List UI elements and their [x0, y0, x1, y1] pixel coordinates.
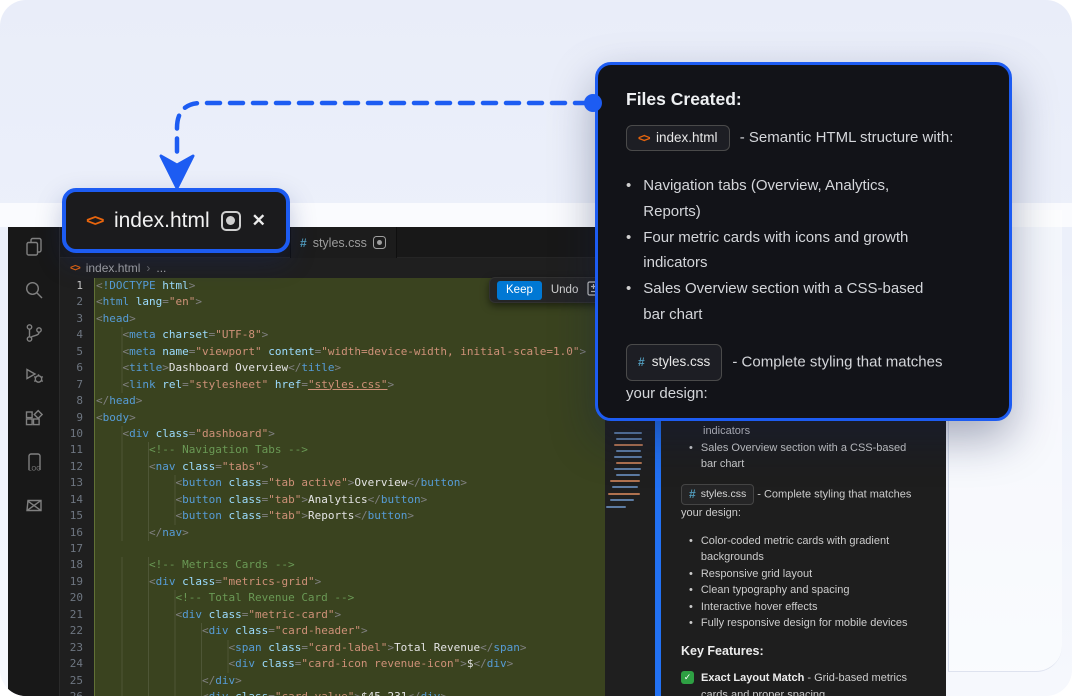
undo-button[interactable]: Undo [551, 284, 579, 296]
panel-bullet: Sales Overview section with a CSS-based … [626, 276, 981, 328]
code-line: 16 </nav> [60, 525, 600, 541]
code-line: 15 <button class="tab">Reports</button> [60, 508, 600, 524]
chat-bullet: •Clean typography and spacing [681, 582, 926, 599]
code-line: 4 <meta charset="UTF-8"> [60, 327, 600, 343]
chat-response: indicators •Sales Overview section with … [681, 423, 926, 696]
html-file-icon: <> [86, 211, 103, 231]
chat-bullet: •Responsive grid layout [681, 566, 926, 583]
chat-chip-row: #styles.css - Complete styling that matc… [681, 484, 920, 522]
code-line: 9<body> [60, 410, 600, 426]
modified-indicator-icon[interactable] [221, 211, 241, 231]
css-file-icon: # [638, 349, 645, 375]
panel-chip-row-styles: #styles.css - Complete styling that matc… [626, 344, 962, 407]
code-line: 7 <link rel="stylesheet" href="styles.cs… [60, 377, 600, 393]
code-line: 6 <title>Dashboard Overview</title> [60, 360, 600, 376]
callout-tab-index-html[interactable]: <> index.html ✕ [62, 188, 290, 253]
code-line: 19 <div class="metrics-grid"> [60, 574, 600, 590]
tab-styles-css[interactable]: # styles.css [290, 227, 397, 258]
code-line: 22 <div class="card-header"> [60, 623, 600, 639]
code-line: 14 <button class="tab">Analytics</button… [60, 492, 600, 508]
screenshot-card: LOG # styles.css <> index.html › ... 1<!… [0, 0, 1072, 696]
code-line: 13 <button class="tab active">Overview</… [60, 475, 600, 491]
arrowhead-icon [161, 156, 193, 188]
files-created-panel: Files Created: <>index.html - Semantic H… [595, 62, 1012, 421]
html-file-icon: <> [70, 263, 80, 274]
styles-css-chip: #styles.css [626, 344, 722, 381]
search-icon[interactable] [22, 278, 46, 302]
source-control-icon[interactable] [22, 321, 46, 345]
panel-bullet: Navigation tabs (Overview, Analytics, Re… [626, 173, 981, 225]
activity-bar: LOG [8, 227, 60, 696]
panel-chip-row-index: <>index.html - Semantic HTML structure w… [626, 125, 982, 151]
callout-tab-label: index.html [114, 209, 210, 233]
code-line: 12 <nav class="tabs"> [60, 459, 600, 475]
index-html-chip: <>index.html [626, 125, 730, 151]
keep-button[interactable]: Keep [497, 281, 542, 300]
css-file-icon: # [300, 236, 307, 250]
panel-bullet-list: Navigation tabs (Overview, Analytics, Re… [626, 173, 981, 328]
code-line: 25 </div> [60, 673, 600, 689]
explorer-icon[interactable] [22, 235, 46, 259]
breadcrumb-more[interactable]: ... [156, 261, 166, 275]
panel-title: Files Created: [626, 89, 981, 110]
chat-bullet: •Sales Overview section with a CSS-based… [681, 440, 926, 473]
code-line: 3<head> [60, 311, 600, 327]
output-log-icon[interactable]: LOG [22, 450, 46, 474]
breadcrumb-file[interactable]: index.html [86, 261, 141, 275]
code-line: 18 <!-- Metrics Cards --> [60, 557, 600, 573]
run-debug-icon[interactable] [22, 364, 46, 388]
code-line: 24 <div class="card-icon revenue-icon">$… [60, 656, 600, 672]
code-line: 11 <!-- Navigation Tabs --> [60, 442, 600, 458]
code-line: 20 <!-- Total Revenue Card --> [60, 590, 600, 606]
close-icon[interactable]: ✕ [252, 212, 266, 229]
chat-bullet: •Color-coded metric cards with gradient … [681, 533, 926, 566]
breadcrumb: <> index.html › ... [60, 258, 600, 278]
css-file-icon: # [689, 486, 696, 503]
code-line: 5 <meta name="viewport" content="width=d… [60, 344, 600, 360]
html-file-icon: <> [638, 131, 649, 145]
svg-text:LOG: LOG [28, 467, 41, 473]
modified-indicator-icon[interactable] [373, 236, 386, 249]
inline-edit-actions: Keep Undo [489, 277, 608, 303]
code-lines: 1<!DOCTYPE html>2<html lang="en">3<head>… [60, 278, 600, 696]
code-line: 21 <div class="metric-card"> [60, 607, 600, 623]
code-line: 26 <div class="card-value">$45,231</div> [60, 689, 600, 696]
code-line: 23 <span class="card-label">Total Revenu… [60, 640, 600, 656]
code-editor[interactable]: 1<!DOCTYPE html>2<html lang="en">3<head>… [60, 278, 600, 696]
tab-label: styles.css [313, 236, 367, 250]
code-line: 8</head> [60, 393, 600, 409]
chat-bullet: •Fully responsive design for mobile devi… [681, 615, 926, 632]
chat-heading: Key Features: [681, 643, 926, 660]
panel-bullet: Four metric cards with icons and growth … [626, 225, 981, 277]
code-line: 17 [60, 541, 600, 557]
chat-bullet-list: •Color-coded metric cards with gradient … [681, 533, 926, 632]
chat-feature-item: ✓ Exact Layout Match - Grid-based metric… [681, 670, 921, 696]
check-icon: ✓ [681, 671, 694, 684]
chat-bullet-continuation: indicators [681, 423, 926, 440]
breadcrumb-separator: › [146, 261, 150, 275]
chat-bullet: •Interactive hover effects [681, 599, 926, 616]
styles-css-chip: #styles.css [681, 484, 754, 506]
extensions-icon[interactable] [22, 407, 46, 431]
code-line: 10 <div class="dashboard"> [60, 426, 600, 442]
crossed-box-icon[interactable] [22, 493, 46, 517]
